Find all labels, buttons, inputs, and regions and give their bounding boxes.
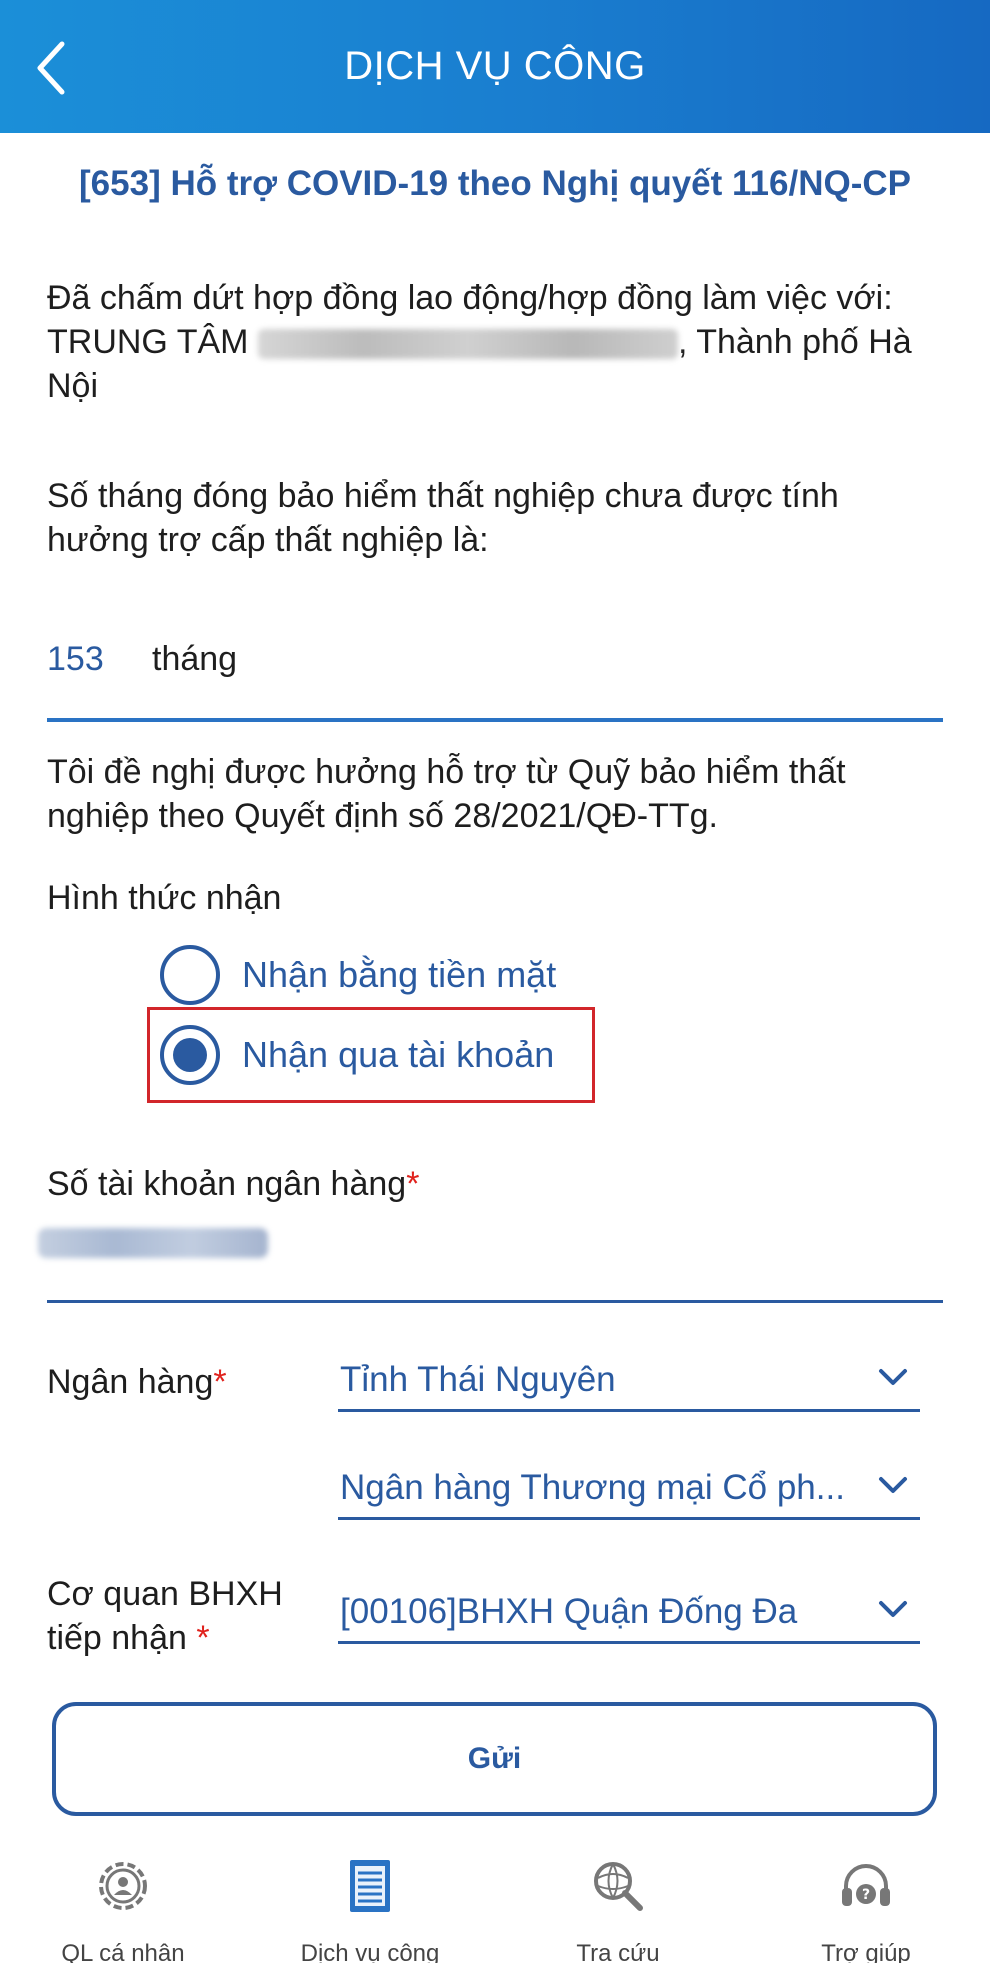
bank-province-value: Tỉnh Thái Nguyên	[340, 1360, 616, 1399]
bank-name-select[interactable]: Ngân hàng Thương mại Cổ ph...	[338, 1460, 920, 1520]
radio-cash[interactable]: Nhận bằng tiền mặt	[160, 940, 556, 1010]
nav-item-public-service[interactable]: Dịch vụ công	[270, 1838, 470, 1963]
radio-cash-circle[interactable]	[160, 945, 220, 1005]
agency-select[interactable]: [00106]BHXH Quận Đống Đa	[338, 1584, 920, 1644]
required-mark: *	[406, 1165, 420, 1203]
request-text: Tôi đề nghị được hưởng hỗ trợ từ Quỹ bảo…	[47, 753, 846, 835]
nav-label: Tra cứu	[576, 1940, 660, 1963]
required-mark: *	[213, 1363, 227, 1401]
chevron-down-icon	[879, 1369, 907, 1385]
account-number-underline	[47, 1300, 943, 1303]
nav-item-personal[interactable]: QL cá nhân	[23, 1838, 223, 1963]
globe-search-icon	[594, 1862, 643, 1911]
app-header: DỊCH VỤ CÔNG	[0, 0, 990, 133]
svg-text:?: ?	[862, 1887, 870, 1903]
agency-value: [00106]BHXH Quận Đống Đa	[340, 1592, 798, 1631]
bank-label: Ngân hàng*	[47, 1363, 227, 1401]
bank-name-value: Ngân hàng Thương mại Cổ ph...	[340, 1468, 845, 1507]
nav-label: QL cá nhân	[61, 1940, 185, 1963]
radio-cash-label: Nhận bằng tiền mặt	[242, 954, 557, 995]
chevron-down-icon	[879, 1601, 907, 1617]
submit-label: Gửi	[467, 1742, 522, 1775]
form-title: [653] Hỗ trợ COVID-19 theo Nghị quyết 11…	[79, 164, 911, 203]
nav-item-lookup[interactable]: Tra cứu	[518, 1838, 718, 1963]
bottom-nav: QL cá nhân Dịch vụ công Tra cứu ? Trợ gi…	[0, 1838, 990, 1963]
account-number-label: Số tài khoản ngân hàng*	[47, 1165, 420, 1203]
nav-label: Trợ giúp	[821, 1940, 911, 1963]
submit-button[interactable]: Gửi	[52, 1702, 937, 1816]
user-gear-icon	[99, 1862, 147, 1910]
receive-method-label: Hình thức nhận	[47, 879, 282, 917]
months-value: 153	[47, 640, 104, 678]
months-field: 153 tháng	[47, 640, 943, 722]
account-number-input[interactable]	[38, 1228, 268, 1258]
agency-label: Cơ quan BHXH tiếp nhận *	[47, 1575, 283, 1657]
document-icon	[350, 1860, 390, 1912]
bank-province-select[interactable]: Tỉnh Thái Nguyên	[338, 1352, 920, 1412]
nav-item-help[interactable]: ? Trợ giúp	[766, 1838, 966, 1963]
required-mark: *	[196, 1619, 210, 1657]
terminated-contract-text: Đã chấm dứt hợp đồng lao động/hợp đồng l…	[47, 279, 912, 405]
page-title: DỊCH VỤ CÔNG	[344, 44, 646, 88]
chevron-down-icon	[879, 1477, 907, 1493]
headset-help-icon: ?	[842, 1864, 890, 1906]
months-question: Số tháng đóng bảo hiểm thất nghiệp chưa …	[47, 477, 839, 559]
radio-account[interactable]: Nhận qua tài khoản	[160, 1020, 554, 1090]
radio-account-circle[interactable]	[160, 1025, 220, 1085]
radio-account-label: Nhận qua tài khoản	[242, 1034, 555, 1075]
nav-label: Dịch vụ công	[300, 1940, 440, 1963]
months-unit: tháng	[152, 640, 238, 678]
redacted-employer-name	[257, 329, 678, 360]
